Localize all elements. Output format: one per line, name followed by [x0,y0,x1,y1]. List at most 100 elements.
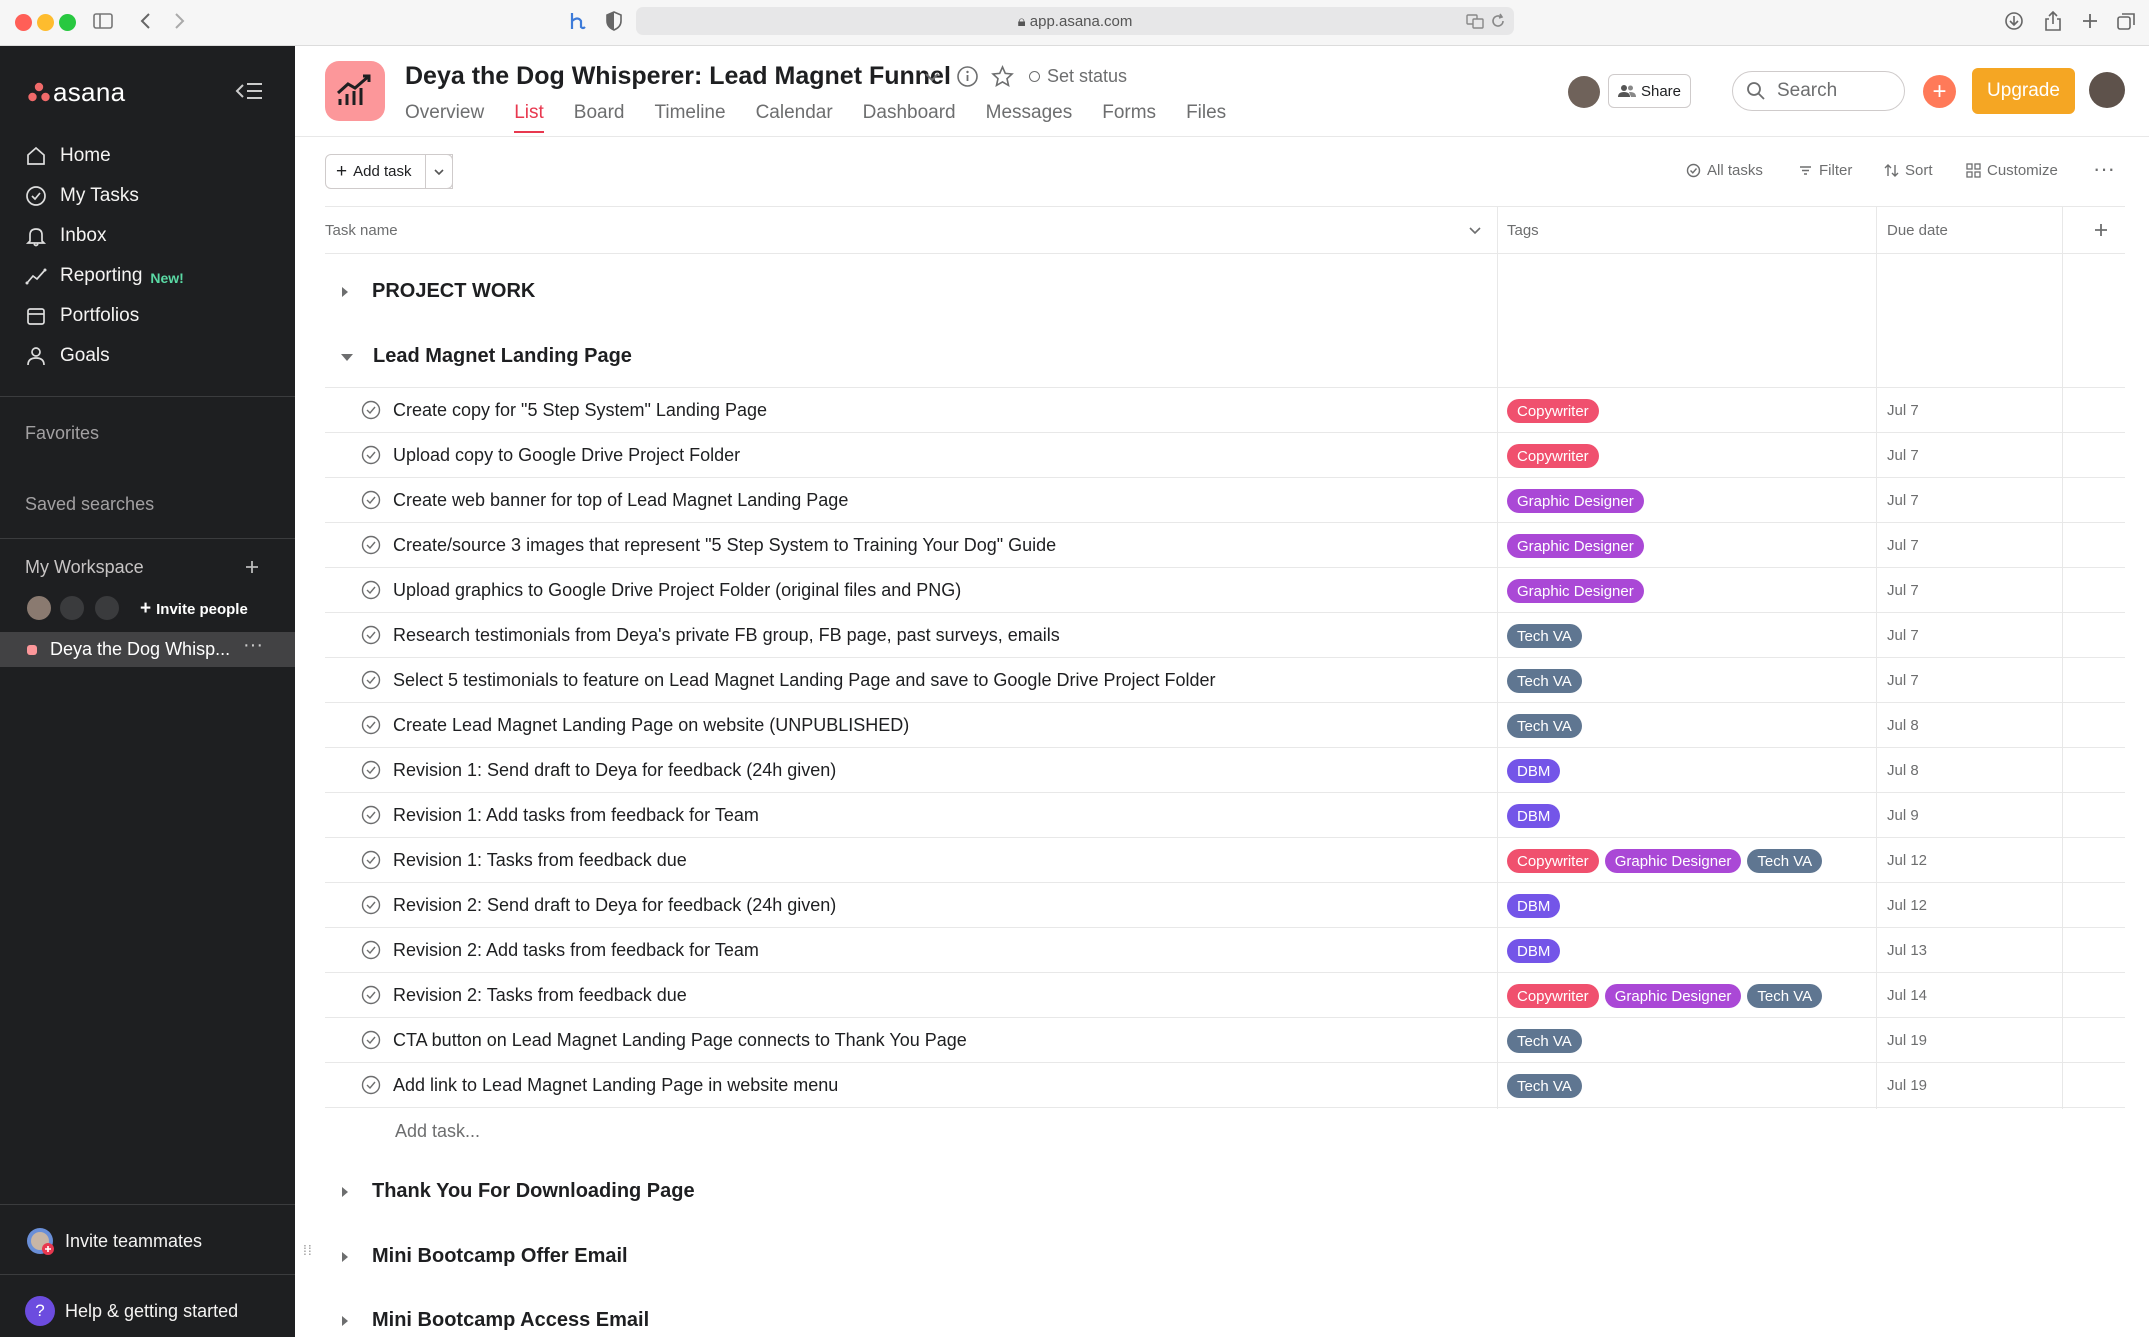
complete-task-checkbox-icon[interactable] [361,400,381,420]
section-project-work[interactable]: PROJECT WORK [340,280,535,303]
customize-button[interactable]: Customize [1966,162,2058,179]
due-date[interactable]: Jul 14 [1887,987,1927,1004]
address-bar[interactable]: 🔒︎ app.asana.com [636,7,1514,35]
quick-add-button[interactable]: + [1923,75,1956,108]
tab-timeline[interactable]: Timeline [654,102,725,124]
set-status-button[interactable]: Set status [1029,66,1127,87]
due-date[interactable]: Jul 7 [1887,672,1919,689]
due-date[interactable]: Jul 7 [1887,492,1919,509]
tab-board[interactable]: Board [574,102,625,124]
nav-portfolios[interactable]: Portfolios [25,300,139,332]
complete-task-checkbox-icon[interactable] [361,445,381,465]
caret-right-icon[interactable] [340,1185,350,1199]
tag-pill[interactable]: Copywriter [1507,399,1599,423]
section-mini-offer[interactable]: Mini Bootcamp Offer Email [340,1245,628,1268]
chevron-down-icon[interactable] [922,67,942,87]
sidebar-project-item[interactable]: Deya the Dog Whisp... ··· [0,632,295,667]
due-date[interactable]: Jul 7 [1887,447,1919,464]
add-workspace-item-icon[interactable] [243,558,261,576]
tab-calendar[interactable]: Calendar [756,102,833,124]
complete-task-checkbox-icon[interactable] [361,625,381,645]
complete-task-checkbox-icon[interactable] [361,760,381,780]
task-row[interactable]: Revision 1: Tasks from feedback due Copyw… [325,838,2125,883]
tab-overview[interactable]: Overview [405,102,484,124]
task-row[interactable]: Select 5 testimonials to feature on Lead… [325,658,2125,703]
due-date[interactable]: Jul 12 [1887,852,1927,869]
tab-dashboard[interactable]: Dashboard [863,102,956,124]
member-avatar-placeholder[interactable] [58,594,86,622]
drag-handle-icon[interactable]: ⁞⁞ [303,1243,313,1257]
owner-avatar[interactable] [1568,76,1600,108]
more-options-icon[interactable]: ··· [243,634,263,657]
task-name[interactable]: Upload copy to Google Drive Project Fold… [393,445,740,466]
extension-icon[interactable] [566,10,588,32]
minimize-window-button[interactable] [37,14,54,31]
due-date[interactable]: Jul 7 [1887,402,1919,419]
task-name[interactable]: Revision 1: Add tasks from feedback for … [393,805,759,826]
tag-pill[interactable]: Tech VA [1747,849,1823,873]
tag-pill[interactable]: Tech VA [1507,1074,1582,1098]
upgrade-button[interactable]: Upgrade [1972,68,2075,114]
favorites-heading[interactable]: Favorites [25,423,99,444]
project-icon[interactable] [325,61,385,121]
task-name[interactable]: Revision 1: Send draft to Deya for feedb… [393,760,836,781]
task-row[interactable]: Revision 1: Send draft to Deya for feedb… [325,748,2125,793]
tab-forms[interactable]: Forms [1102,102,1156,124]
task-name[interactable]: Research testimonials from Deya's privat… [393,625,1060,646]
complete-task-checkbox-icon[interactable] [361,940,381,960]
task-row[interactable]: Upload copy to Google Drive Project Fold… [325,433,2125,478]
task-row[interactable]: CTA button on Lead Magnet Landing Page c… [325,1018,2125,1063]
caret-right-icon[interactable] [340,285,350,299]
add-task-inline[interactable]: Add task... [395,1121,480,1142]
caret-right-icon[interactable] [340,1314,350,1328]
star-icon[interactable] [991,65,1014,88]
task-name[interactable]: Revision 2: Tasks from feedback due [393,985,687,1006]
tab-overview-icon[interactable] [2115,10,2137,32]
close-window-button[interactable] [15,14,32,31]
chevron-down-icon[interactable] [1467,222,1483,238]
task-name[interactable]: Create/source 3 images that represent "5… [393,535,1056,556]
project-title[interactable]: Deya the Dog Whisperer: Lead Magnet Funn… [405,62,951,91]
task-name[interactable]: Create copy for "5 Step System" Landing … [393,400,767,421]
task-row[interactable]: Revision 1: Add tasks from feedback for … [325,793,2125,838]
forward-icon[interactable] [168,10,190,32]
tag-pill[interactable]: Tech VA [1507,1029,1582,1053]
tag-pill[interactable]: Graphic Designer [1507,489,1644,513]
tag-pill[interactable]: Tech VA [1507,624,1582,648]
info-icon[interactable] [956,65,979,88]
caret-right-icon[interactable] [340,1250,350,1264]
task-row[interactable]: Revision 2: Tasks from feedback due Copyw… [325,973,2125,1018]
tab-files[interactable]: Files [1186,102,1226,124]
shield-icon[interactable] [604,10,624,32]
new-tab-icon[interactable] [2079,10,2101,32]
task-name[interactable]: CTA button on Lead Magnet Landing Page c… [393,1030,967,1051]
complete-task-checkbox-icon[interactable] [361,895,381,915]
task-row[interactable]: Create Lead Magnet Landing Page on websi… [325,703,2125,748]
section-mini-access[interactable]: Mini Bootcamp Access Email [340,1309,649,1332]
task-row[interactable]: Research testimonials from Deya's privat… [325,613,2125,658]
task-name[interactable]: Revision 2: Send draft to Deya for feedb… [393,895,836,916]
complete-task-checkbox-icon[interactable] [361,850,381,870]
tag-pill[interactable]: Tech VA [1507,669,1582,693]
nav-reporting[interactable]: Reporting New! [25,260,184,292]
due-date[interactable]: Jul 8 [1887,762,1919,779]
task-name[interactable]: Create Lead Magnet Landing Page on websi… [393,715,909,736]
invite-people-link[interactable]: + Invite people [140,598,248,620]
back-icon[interactable] [135,10,157,32]
all-tasks-filter[interactable]: All tasks [1686,162,1763,179]
download-icon[interactable] [2003,10,2025,32]
tag-pill[interactable]: Graphic Designer [1604,849,1742,873]
tag-pill[interactable]: Copywriter [1507,849,1599,873]
search-input[interactable]: Search [1732,71,1905,111]
task-name[interactable]: Revision 2: Add tasks from feedback for … [393,940,759,961]
task-row[interactable]: Revision 2: Add tasks from feedback for … [325,928,2125,973]
task-row[interactable]: Create copy for "5 Step System" Landing … [325,388,2125,433]
sidebar-toggle-icon[interactable] [92,10,114,32]
nav-my-tasks[interactable]: My Tasks [25,180,139,212]
due-date[interactable]: Jul 12 [1887,897,1927,914]
invite-teammates-button[interactable]: Invite teammates [25,1226,202,1256]
tab-messages[interactable]: Messages [986,102,1073,124]
member-avatar[interactable] [25,594,53,622]
more-options-icon[interactable]: ··· [2093,156,2115,182]
complete-task-checkbox-icon[interactable] [361,535,381,555]
